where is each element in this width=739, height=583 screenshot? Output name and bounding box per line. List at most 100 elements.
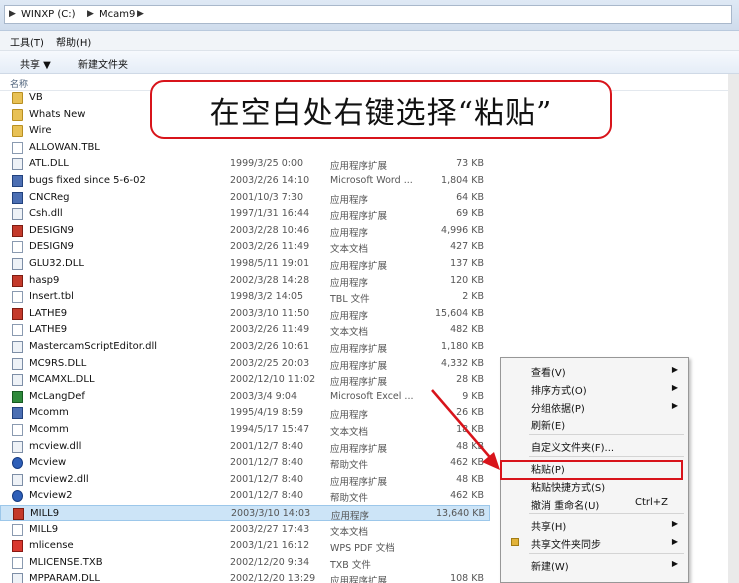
file-row[interactable]: MILL9 2003/2/27 17:43 文本文档 [0,522,490,538]
help-icon [12,457,23,470]
file-type: 帮助文件 [330,460,369,472]
file-date: 2001/10/3 7:30 [230,191,304,203]
menu-separator [529,513,684,515]
file-type: 文本文档 [330,244,369,256]
app-icon [12,407,23,420]
file-date: 2003/3/10 11:50 [230,307,310,319]
file-row[interactable]: mcview.dll 2001/12/7 8:40 应用程序扩展 48 KB [0,439,490,455]
context-menu-item[interactable]: 共享文件夹同步 ▶ [501,534,688,551]
file-row[interactable]: CNCReg 2001/10/3 7:30 应用程序 64 KB [0,190,490,206]
chevron-right-icon[interactable]: ▶ [9,9,16,19]
red-app-icon [13,508,24,520]
file-name: Csh.dll [29,208,63,220]
file-row[interactable]: LATHE9 2003/2/26 11:49 文本文档 482 KB [0,322,490,338]
callout-text: 在空白处右键选择“粘贴” [209,95,553,131]
file-type: 应用程序扩展 [330,261,388,272]
context-menu-item[interactable]: 新建(W) ▶ [501,556,688,573]
column-name-header[interactable]: 名称 [10,77,28,90]
file-row[interactable]: McLangDef 2003/3/4 9:04 Microsoft Excel ..… [0,389,490,405]
context-menu-item[interactable]: 共享(H) ▶ [501,516,688,533]
file-row[interactable]: ALLOWAN.TBL [0,140,490,156]
file-date: 2003/2/26 11:49 [230,241,310,253]
file-row[interactable]: DESIGN9 2003/2/26 11:49 文本文档 427 KB [0,239,490,255]
chevron-right-icon[interactable]: ▶ [137,9,144,19]
dll-icon [12,158,23,171]
file-name: MPPARAM.DLL [29,573,100,583]
file-size: 4,996 KB [441,224,484,236]
file-date: 2003/3/10 14:03 [231,508,311,519]
file-row[interactable]: Mcomm 1994/5/17 15:47 文本文档 18 KB [0,422,490,438]
share-button[interactable]: 共享 ▼ [20,56,51,71]
file-row[interactable]: Mcview2 2001/12/7 8:40 帮助文件 462 KB [0,488,490,504]
file-date: 1995/4/19 8:59 [230,407,304,419]
file-date: 2002/12/20 13:29 [230,573,316,583]
file-date: 1998/3/2 14:05 [230,291,304,303]
context-menu-label: 撤消 重命名(U) [531,500,600,512]
chevron-right-icon[interactable]: ▶ [87,9,94,19]
menu-help[interactable]: 帮助(H) [56,34,91,49]
file-type: 应用程序 [330,310,369,322]
file-row[interactable]: MastercamScriptEditor.dll 2003/2/26 10:61… [0,339,490,355]
file-row[interactable]: hasp9 2002/3/28 14:28 应用程序 120 KB [0,273,490,289]
file-size: 13,640 KB [435,508,485,519]
dll-icon [12,440,23,453]
file-row[interactable]: LATHE9 2003/3/10 11:50 应用程序 15,604 KB [0,306,490,322]
file-date: 1997/1/31 16:44 [230,208,310,220]
file-row[interactable]: Csh.dll 1997/1/31 16:44 应用程序扩展 69 KB [0,206,490,222]
context-menu-item[interactable]: 自定义文件夹(F)... [501,437,688,454]
toolbar: 共享 ▼ 新建文件夹 [0,51,739,74]
submenu-arrow-icon: ▶ [671,382,678,392]
file-date: 2003/2/26 10:61 [230,341,310,352]
file-size: 108 KB [450,573,484,583]
address-bar[interactable]: ▶ WINXP (C:) ▶ Mcam9 ▶ [4,5,732,24]
menu-tools[interactable]: 工具(T) [10,34,44,49]
text-file-icon [12,424,23,436]
breadcrumb-folder[interactable]: Mcam9 [99,9,135,20]
context-menu-item[interactable]: 分组依据(P) ▶ [501,398,688,415]
file-name: mcview2.dll [29,473,89,485]
file-row[interactable]: MILL9 2003/3/10 14:03 应用程序 13,640 KB [0,505,490,522]
file-row[interactable]: DESIGN9 2003/2/28 10:46 应用程序 4,996 KB [0,223,490,239]
file-row[interactable]: MCAMXL.DLL 2002/12/10 11:02 应用程序扩展 28 KB [0,372,490,388]
file-row[interactable]: MC9RS.DLL 2003/2/25 20:03 应用程序扩展 4,332 KB [0,356,490,372]
file-name: Mcview2 [29,490,73,502]
context-menu-item[interactable]: 排序方式(O) ▶ [501,380,688,397]
file-type: WPS PDF 文档 [330,543,395,555]
file-name: Wire [29,125,52,137]
file-name: Mcomm [29,424,69,435]
file-name: MILL9 [29,523,59,535]
file-row[interactable]: Mcview 2001/12/7 8:40 帮助文件 462 KB [0,455,490,471]
vertical-scrollbar[interactable] [728,74,739,583]
file-row[interactable]: Insert.tbl 1998/3/2 14:05 TBL 文件 2 KB [0,289,490,305]
new-folder-button[interactable]: 新建文件夹 [78,56,128,71]
file-row[interactable]: Mcomm 1995/4/19 8:59 应用程序 26 KB [0,405,490,421]
dll-icon [12,357,23,370]
context-menu-item[interactable]: 查看(V) ▶ [501,362,688,379]
file-row[interactable]: ATL.DLL 1999/3/25 0:00 应用程序扩展 73 KB [0,156,490,172]
file-row[interactable]: bugs fixed since 5-6-02 2003/2/26 14:10 Mi… [0,173,490,189]
text-file-icon [12,523,23,536]
file-name: mlicense [29,540,74,552]
file-row[interactable]: mlicense 2003/1/21 16:12 WPS PDF 文档 [0,538,490,554]
file-row[interactable]: GLU32.DLL 1998/5/11 19:01 应用程序扩展 137 KB [0,256,490,272]
file-date: 1999/3/25 0:00 [230,158,304,170]
file-date: 2001/12/7 8:40 [230,473,304,485]
context-menu-label: 刷新(E) [531,421,566,433]
file-row[interactable]: mcview2.dll 2001/12/7 8:40 应用程序扩展 48 KB [0,472,490,488]
file-row[interactable]: MLICENSE.TXB 2002/12/20 9:34 TXB 文件 [0,555,490,571]
red-app-icon [12,307,23,320]
paste-highlight-box [500,460,683,480]
context-menu-label: 自定义文件夹(F)... [531,443,615,455]
app-icon [12,175,23,187]
file-date: 2003/2/25 20:03 [230,357,310,369]
menu-separator [529,553,684,554]
context-menu-item[interactable]: 撤消 重命名(U) Ctrl+Z [501,495,688,512]
file-date: 2001/12/7 8:40 [230,457,304,469]
file-row[interactable]: MPPARAM.DLL 2002/12/20 13:29 应用程序扩展 108 KB [0,571,490,583]
file-type: 应用程序扩展 [330,344,388,355]
file-date: 1998/5/11 19:01 [230,258,310,269]
context-menu-item[interactable]: 刷新(E) [501,415,688,432]
breadcrumb-drive[interactable]: WINXP (C:) [21,9,76,20]
file-type: 应用程序扩展 [330,476,388,488]
file-type: TXB 文件 [330,559,371,571]
